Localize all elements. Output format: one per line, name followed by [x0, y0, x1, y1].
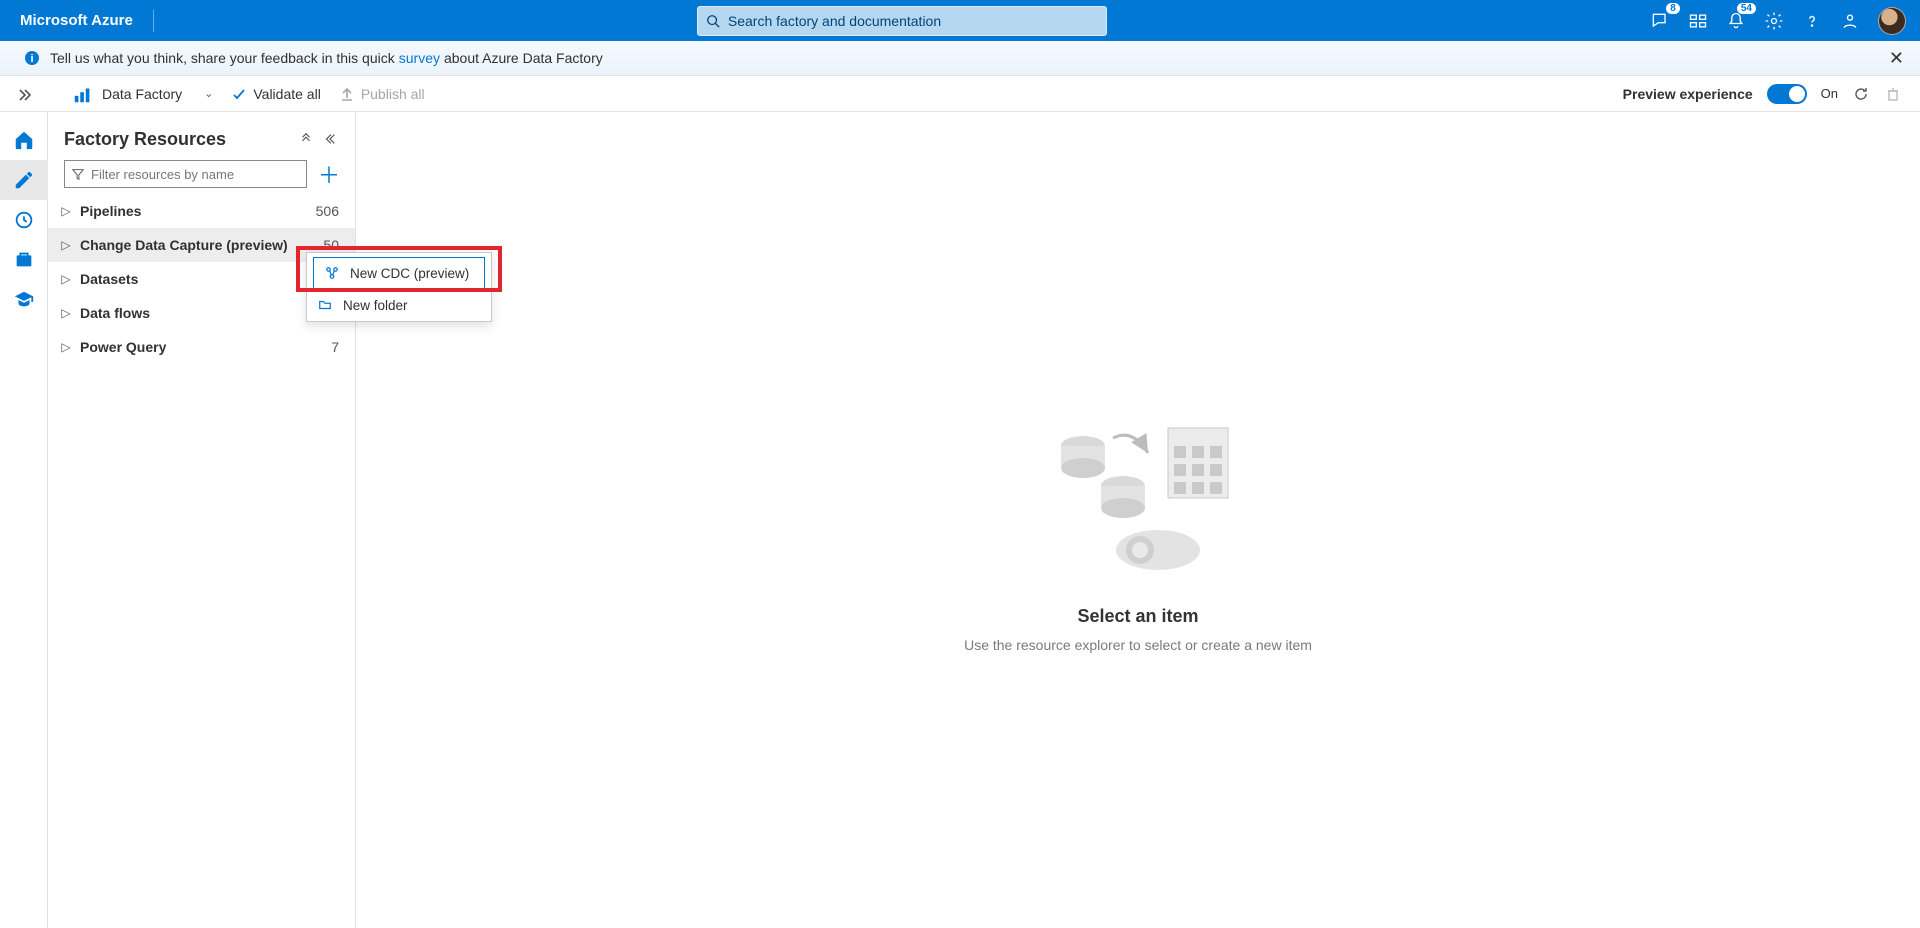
top-center	[154, 6, 1650, 36]
factory-label: Data Factory	[102, 86, 182, 102]
toggle-knob	[1789, 86, 1805, 102]
empty-state-title: Select an item	[1077, 606, 1198, 627]
filter-row: ＋	[48, 160, 355, 194]
tree-label: Data flows	[80, 305, 339, 321]
tree-count: 506	[316, 203, 339, 219]
chevron-right-icon: ▷	[60, 204, 72, 218]
toolbar-left: Data Factory ⌄ Validate all Publish all	[0, 83, 425, 105]
banner-text-pre: Tell us what you think, share your feedb…	[50, 50, 395, 66]
toggle-state-label: On	[1821, 86, 1838, 101]
factory-icon	[72, 83, 94, 105]
publish-all-button: Publish all	[339, 86, 425, 102]
tree-powerquery[interactable]: ▷ Power Query 7	[48, 330, 355, 364]
add-resource-button[interactable]: ＋	[317, 162, 341, 186]
collapse-panel-icon[interactable]	[319, 128, 341, 150]
chevron-right-icon: ▷	[60, 272, 72, 286]
global-search-input[interactable]	[728, 13, 1106, 29]
chevron-down-icon: ⌄	[204, 87, 213, 100]
ctx-new-folder[interactable]: New folder	[307, 289, 491, 321]
ctx-new-cdc-label: New CDC (preview)	[350, 266, 469, 281]
info-icon: i	[24, 50, 40, 66]
rail-manage[interactable]	[0, 240, 48, 280]
validate-all-button[interactable]: Validate all	[231, 86, 320, 102]
rail-monitor[interactable]	[0, 200, 48, 240]
tree-label: Pipelines	[80, 203, 316, 219]
feedback-badge: 8	[1666, 3, 1680, 14]
refresh-icon[interactable]	[1852, 85, 1870, 103]
rail-learn[interactable]	[0, 280, 48, 320]
discard-icon	[1884, 85, 1902, 103]
toolbar-right: Preview experience On	[1623, 84, 1920, 104]
authoring-toolbar: Data Factory ⌄ Validate all Publish all …	[0, 76, 1920, 112]
chevron-right-icon: ▷	[60, 340, 72, 354]
tree-label: Change Data Capture (preview)	[80, 237, 323, 253]
cdc-icon	[324, 265, 340, 281]
ctx-new-folder-label: New folder	[343, 298, 408, 313]
azure-top-bar: Microsoft Azure 8 54	[0, 0, 1920, 41]
expand-collapse-icon[interactable]	[295, 128, 317, 150]
tree-count: 50	[323, 237, 339, 253]
survey-banner: i Tell us what you think, share your fee…	[0, 41, 1920, 76]
survey-link[interactable]: survey	[399, 50, 440, 66]
filter-input[interactable]	[91, 167, 300, 182]
rail-author[interactable]	[0, 160, 48, 200]
validate-label: Validate all	[253, 86, 320, 102]
main-area: Factory Resources ＋ ▷ Pipelines 506 ▷	[0, 112, 1920, 928]
brand-label[interactable]: Microsoft Azure	[0, 12, 153, 29]
search-icon	[706, 14, 720, 28]
empty-state-subtitle: Use the resource explorer to select or c…	[964, 637, 1312, 653]
global-search[interactable]	[697, 6, 1107, 36]
rail-home[interactable]	[0, 120, 48, 160]
tree-count: 7	[331, 339, 339, 355]
settings-icon[interactable]	[1764, 11, 1784, 31]
help-icon[interactable]	[1802, 11, 1822, 31]
tree-label: Datasets	[80, 271, 339, 287]
preview-experience-label: Preview experience	[1623, 86, 1753, 102]
user-avatar[interactable]	[1878, 7, 1906, 35]
top-right-actions: 8 54	[1650, 7, 1920, 35]
tree-pipelines[interactable]: ▷ Pipelines 506	[48, 194, 355, 228]
notifications-icon[interactable]: 54	[1726, 11, 1746, 31]
publish-label: Publish all	[361, 86, 425, 102]
folder-icon	[317, 297, 333, 313]
cdc-context-menu: New CDC (preview) New folder	[306, 252, 492, 322]
banner-text-post: about Azure Data Factory	[444, 50, 603, 66]
explorer-header: Factory Resources	[48, 112, 355, 160]
chevron-right-icon: ▷	[60, 306, 72, 320]
banner-close-icon[interactable]: ✕	[1889, 48, 1904, 69]
preview-toggle[interactable]	[1767, 84, 1807, 104]
filter-input-wrapper[interactable]	[64, 160, 307, 188]
chevron-right-icon: ▷	[60, 238, 72, 252]
notifications-badge: 54	[1737, 3, 1756, 14]
feedback-icon[interactable]: 8	[1650, 11, 1670, 31]
factory-dropdown[interactable]: Data Factory ⌄	[72, 83, 213, 105]
tree-label: Power Query	[80, 339, 331, 355]
directory-icon[interactable]	[1688, 11, 1708, 31]
svg-text:i: i	[30, 53, 33, 65]
resource-explorer: Factory Resources ＋ ▷ Pipelines 506 ▷	[48, 112, 356, 928]
filter-icon	[71, 167, 85, 181]
ctx-new-cdc[interactable]: New CDC (preview)	[313, 257, 485, 289]
feedback-person-icon[interactable]	[1840, 11, 1860, 31]
authoring-canvas: Select an item Use the resource explorer…	[356, 112, 1920, 928]
left-nav-rail	[0, 112, 48, 928]
explorer-title: Factory Resources	[64, 129, 293, 150]
empty-state-illustration	[1028, 388, 1248, 588]
rail-expand-button[interactable]	[0, 78, 48, 112]
